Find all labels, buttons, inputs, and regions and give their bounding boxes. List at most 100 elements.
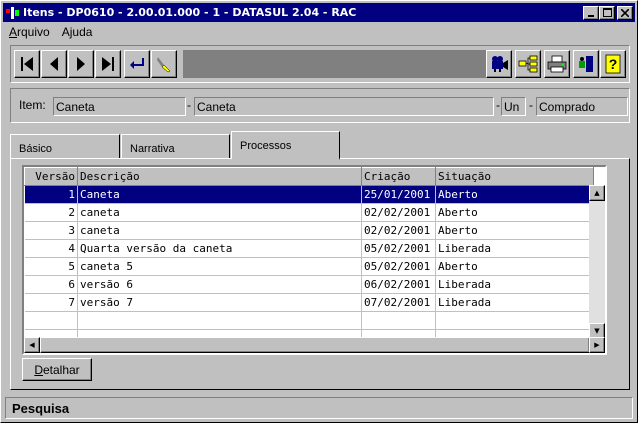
table-header-row: Versão Descrição Criação Situação: [24, 167, 594, 186]
cell-descricao[interactable]: caneta: [77, 203, 362, 222]
col-situacao[interactable]: Situação: [435, 167, 594, 186]
table-row[interactable]: 3 caneta 02/02/2001 Aberto: [24, 221, 594, 240]
separator: -: [496, 98, 500, 112]
item-type-field[interactable]: Comprado: [536, 97, 628, 116]
goto-icon: [130, 58, 144, 69]
next-icon: [77, 57, 85, 71]
cell-descricao[interactable]: versão 7: [77, 293, 362, 312]
print-button[interactable]: [544, 50, 570, 78]
item-code-field[interactable]: Caneta: [53, 97, 186, 116]
exit-icon: [579, 56, 593, 72]
cell-descricao[interactable]: versão 6: [77, 275, 362, 294]
search-button[interactable]: [151, 50, 177, 78]
tab-narrativa[interactable]: Narrativa: [121, 134, 230, 158]
item-header-box: Item: Caneta - Caneta - Un - Comprado: [10, 88, 630, 123]
goto-button[interactable]: [124, 50, 150, 78]
cell-descricao[interactable]: caneta 5: [77, 257, 362, 276]
scroll-right-button[interactable]: ▶: [589, 337, 605, 353]
prev-icon: [50, 57, 58, 71]
cell-descricao[interactable]: caneta: [77, 221, 362, 240]
minimize-icon: [588, 14, 594, 17]
cell-descricao[interactable]: Caneta: [77, 185, 362, 204]
col-criacao[interactable]: Criação: [361, 167, 436, 186]
toolbar: ?: [10, 45, 630, 83]
last-record-button[interactable]: [95, 50, 121, 78]
cell-versao[interactable]: 4: [24, 239, 78, 258]
cell-situacao[interactable]: Aberto: [435, 221, 594, 240]
cell-versao[interactable]: 5: [24, 257, 78, 276]
table-row[interactable]: 6 versão 6 06/02/2001 Liberada: [24, 275, 594, 294]
table-row[interactable]: 7 versão 7 07/02/2001 Liberada: [24, 293, 594, 312]
vertical-scrollbar[interactable]: ▲ ▼: [589, 185, 605, 339]
cell-situacao[interactable]: Aberto: [435, 257, 594, 276]
cell-criacao[interactable]: 06/02/2001: [361, 275, 436, 294]
col-versao[interactable]: Versão: [24, 167, 78, 186]
maximize-icon: [602, 8, 612, 17]
cell-versao[interactable]: 2: [24, 203, 78, 222]
separator: -: [187, 98, 191, 112]
item-description-field[interactable]: Caneta: [194, 97, 494, 116]
scroll-up-icon: ▲: [594, 189, 600, 197]
col-descricao[interactable]: Descrição: [77, 167, 362, 186]
cell-situacao[interactable]: Liberada: [435, 293, 594, 312]
cell-descricao[interactable]: Quarta versão da caneta: [77, 239, 362, 258]
exit-button[interactable]: [573, 50, 599, 78]
cell-situacao[interactable]: Aberto: [435, 203, 594, 222]
app-icon[interactable]: [5, 6, 21, 20]
prev-record-button[interactable]: [41, 50, 67, 78]
help-button[interactable]: ?: [600, 50, 626, 78]
help-icon: ?: [605, 54, 621, 74]
cell-versao[interactable]: 6: [24, 275, 78, 294]
minimize-button[interactable]: [583, 5, 599, 20]
scroll-left-button[interactable]: ◀: [24, 337, 40, 353]
main-window: Itens - DP0610 - 2.00.01.000 - 1 - DATAS…: [0, 0, 638, 423]
scroll-left-icon: ◀: [29, 341, 35, 349]
cell-criacao[interactable]: 25/01/2001: [361, 185, 436, 204]
item-label: Item:: [19, 98, 46, 112]
menu-arquivo[interactable]: Arquivo: [3, 23, 56, 41]
empty-cell: [24, 311, 78, 330]
camera-button[interactable]: [486, 50, 512, 78]
last-icon: [102, 57, 114, 71]
svg-text:?: ?: [609, 56, 618, 72]
maximize-button[interactable]: [599, 5, 615, 20]
table-row[interactable]: 1 Caneta 25/01/2001 Aberto: [24, 185, 594, 204]
cell-versao[interactable]: 3: [24, 221, 78, 240]
cell-criacao[interactable]: 05/02/2001: [361, 239, 436, 258]
title-bar[interactable]: Itens - DP0610 - 2.00.01.000 - 1 - DATAS…: [3, 3, 635, 22]
next-record-button[interactable]: [68, 50, 94, 78]
close-button[interactable]: [617, 5, 633, 20]
tree-button[interactable]: [515, 50, 541, 78]
table-row[interactable]: 2 caneta 02/02/2001 Aberto: [24, 203, 594, 222]
cell-criacao[interactable]: 07/02/2001: [361, 293, 436, 312]
first-record-button[interactable]: [14, 50, 40, 78]
first-icon: [21, 57, 33, 71]
separator: -: [529, 98, 533, 112]
cell-situacao[interactable]: Liberada: [435, 239, 594, 258]
empty-cell: [435, 311, 594, 330]
tab-processos[interactable]: Processos: [231, 131, 340, 160]
process-table: Versão Descrição Criação Situação 1 Canet…: [24, 167, 594, 348]
empty-cell: [361, 311, 436, 330]
tab-basico[interactable]: Básico: [10, 134, 120, 158]
tree-icon: [518, 55, 538, 73]
item-unit-field[interactable]: Un: [501, 97, 526, 116]
camera-icon: [492, 56, 508, 72]
cell-criacao[interactable]: 05/02/2001: [361, 257, 436, 276]
cell-criacao[interactable]: 02/02/2001: [361, 221, 436, 240]
cell-situacao[interactable]: Aberto: [435, 185, 594, 204]
scroll-thumb[interactable]: [40, 337, 590, 353]
scroll-up-button[interactable]: ▲: [589, 185, 605, 201]
scroll-right-icon: ▶: [594, 341, 600, 349]
window-title: Itens - DP0610 - 2.00.01.000 - 1 - DATAS…: [23, 6, 357, 19]
detalhar-button[interactable]: Detalhar: [22, 358, 92, 381]
table-row[interactable]: 4 Quarta versão da caneta 05/02/2001 Libera…: [24, 239, 594, 258]
cell-criacao[interactable]: 02/02/2001: [361, 203, 436, 222]
cell-versao[interactable]: 1: [24, 185, 78, 204]
menu-ajuda[interactable]: Ajuda: [56, 23, 99, 41]
table-row[interactable]: 5 caneta 5 05/02/2001 Aberto: [24, 257, 594, 276]
cell-versao[interactable]: 7: [24, 293, 78, 312]
search-icon: [157, 57, 171, 73]
horizontal-scrollbar[interactable]: ◀ ▶: [24, 337, 605, 353]
cell-situacao[interactable]: Liberada: [435, 275, 594, 294]
